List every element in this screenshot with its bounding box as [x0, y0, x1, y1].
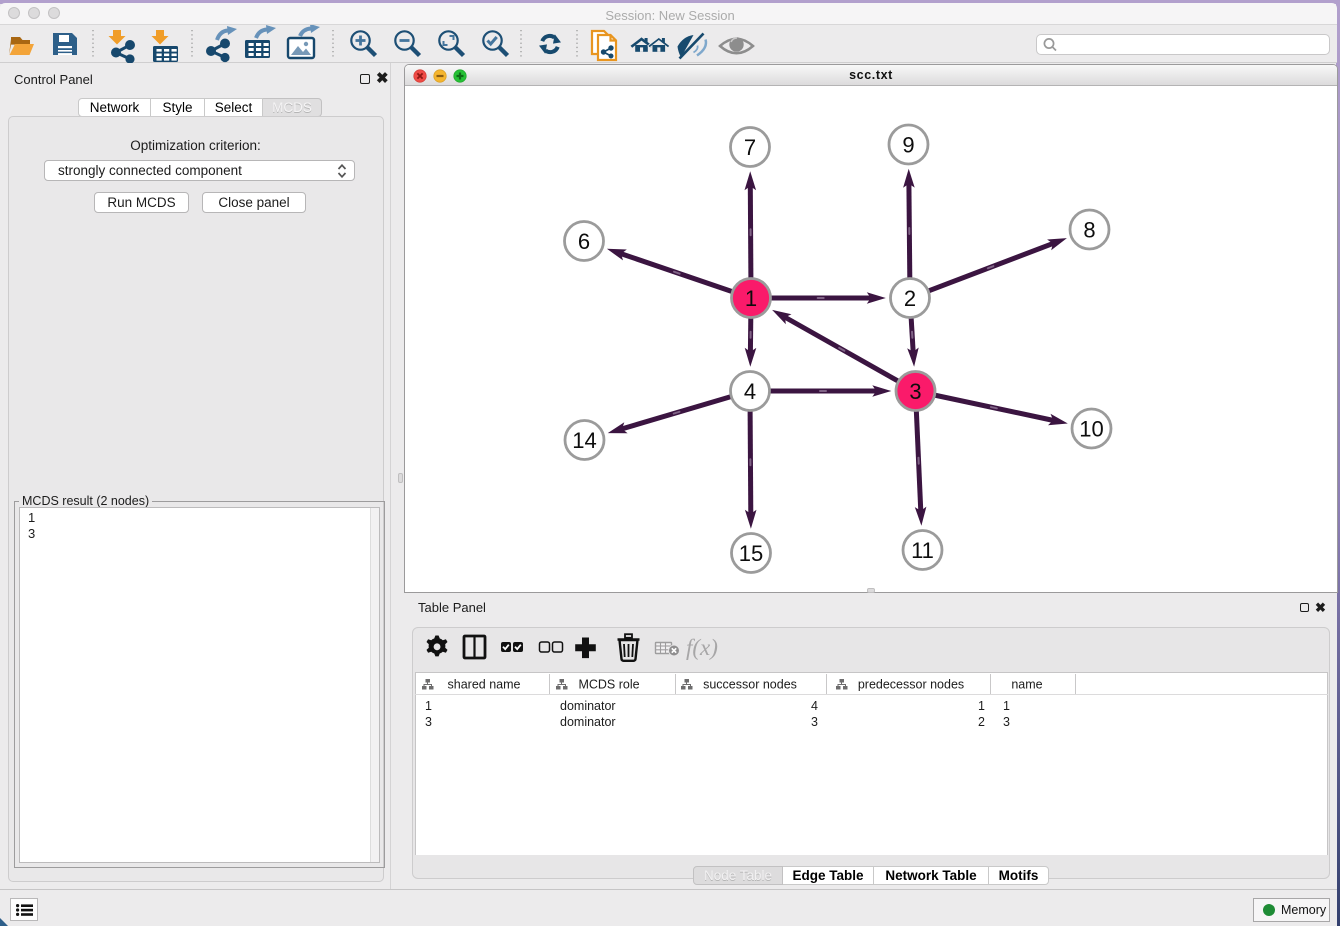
- svg-text:f(x): f(x): [686, 635, 718, 660]
- svg-text:MCDS role: MCDS role: [578, 678, 639, 692]
- svg-text:1: 1: [978, 699, 985, 713]
- svg-text:3: 3: [909, 379, 921, 404]
- svg-text:14: 14: [572, 428, 596, 453]
- svg-text:3: 3: [425, 715, 432, 729]
- svg-text:name: name: [1011, 678, 1042, 692]
- svg-text:4: 4: [811, 699, 818, 713]
- svg-text:7: 7: [744, 135, 756, 160]
- svg-text:dominator: dominator: [560, 715, 616, 729]
- svg-text:15: 15: [739, 541, 763, 566]
- svg-text:1: 1: [745, 286, 757, 311]
- svg-text:2: 2: [978, 715, 985, 729]
- svg-text:successor nodes: successor nodes: [703, 678, 797, 692]
- svg-text:10: 10: [1079, 416, 1103, 441]
- svg-text:3: 3: [1003, 715, 1010, 729]
- svg-text:1: 1: [425, 699, 432, 713]
- svg-text:2: 2: [904, 286, 916, 311]
- svg-text:3: 3: [811, 715, 818, 729]
- svg-text:9: 9: [902, 132, 914, 157]
- svg-text:6: 6: [578, 229, 590, 254]
- svg-text:8: 8: [1083, 217, 1095, 242]
- svg-text:11: 11: [911, 538, 934, 563]
- svg-text:predecessor nodes: predecessor nodes: [858, 678, 964, 692]
- svg-text:1: 1: [1003, 699, 1010, 713]
- svg-text:4: 4: [744, 379, 756, 404]
- svg-text:shared name: shared name: [448, 678, 521, 692]
- svg-text:dominator: dominator: [560, 699, 616, 713]
